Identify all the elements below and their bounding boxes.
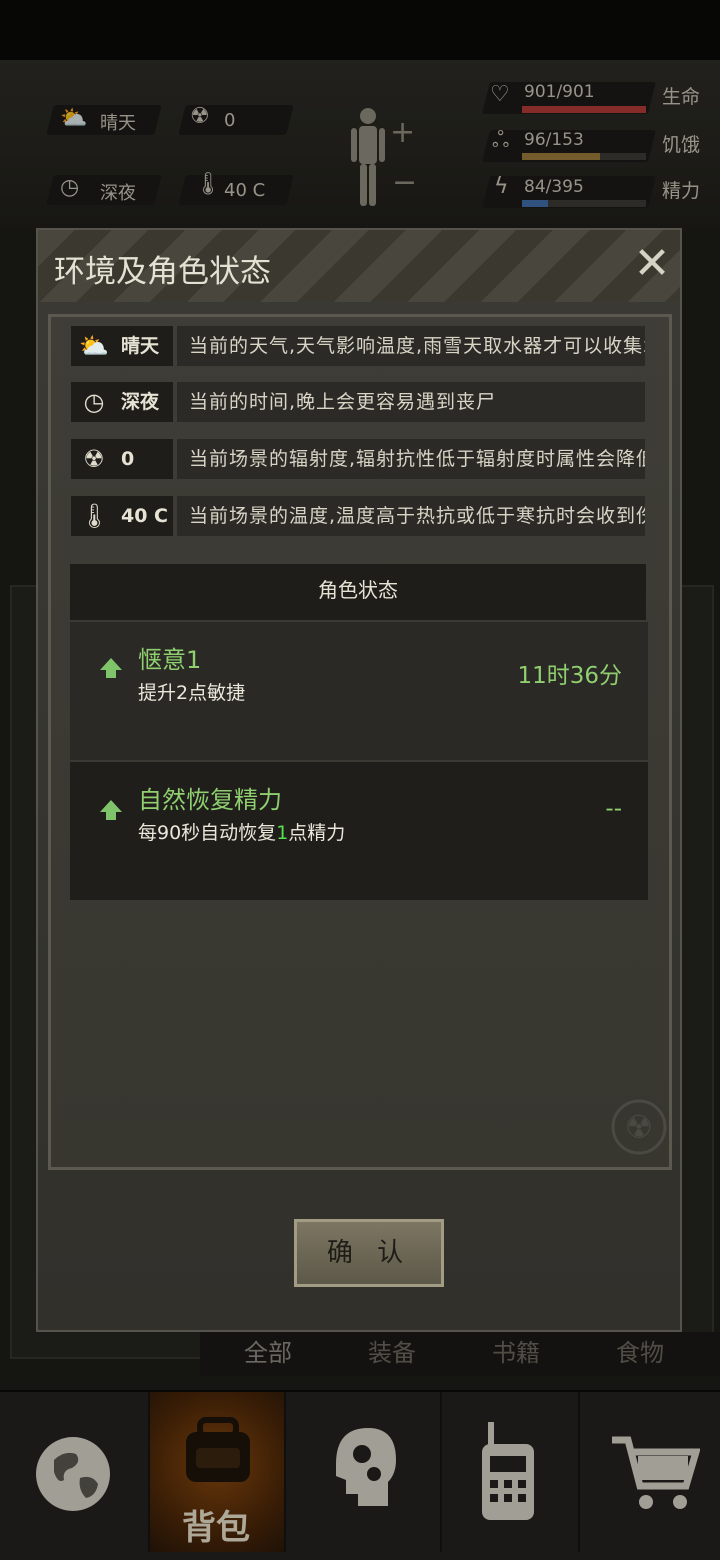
status-description: 提升2点敏捷 — [138, 682, 246, 704]
confirm-button[interactable]: 确 认 — [294, 1219, 444, 1287]
env-icon-box: ◷ 深夜 — [71, 382, 173, 422]
up-arrow-icon — [100, 658, 122, 678]
env-description: 当前的天气,天气影响温度,雨雪天取水器才可以收集水 — [177, 326, 645, 366]
status-card: 惬意1 提升2点敏捷 11时36分 — [70, 622, 648, 760]
clock-icon: ◷ — [83, 388, 105, 416]
env-row-radiation: ☢ 0 当前场景的辐射度,辐射抗性低于辐射度时属性会降低 — [71, 439, 645, 479]
env-value: 0 — [121, 448, 135, 470]
radiation-watermark-icon: ☢ — [611, 1099, 667, 1155]
section-title: 角色状态 — [70, 564, 646, 620]
thermometer-icon: 🌡 — [79, 502, 110, 530]
status-name: 惬意1 — [138, 646, 202, 674]
env-description: 当前的时间,晚上会更容易遇到丧尸 — [177, 382, 645, 422]
env-value: 40 C — [121, 505, 168, 527]
env-row-time: ◷ 深夜 当前的时间,晚上会更容易遇到丧尸 — [71, 382, 645, 422]
status-duration: 11时36分 — [517, 663, 622, 689]
sun-cloud-icon: ⛅ — [79, 332, 109, 360]
env-row-weather: ⛅ 晴天 当前的天气,天气影响温度,雨雪天取水器才可以收集水 — [71, 326, 645, 366]
env-value: 晴天 — [121, 335, 160, 357]
env-description: 当前场景的辐射度,辐射抗性低于辐射度时属性会降低 — [177, 439, 645, 479]
svg-text:☢: ☢ — [625, 1108, 654, 1146]
radiation-icon: ☢ — [83, 445, 105, 473]
up-arrow-icon — [100, 800, 122, 820]
status-description: 每90秒自动恢复1点精力 — [138, 822, 346, 844]
status-duration: -- — [605, 796, 622, 822]
env-value: 深夜 — [121, 391, 160, 413]
status-card: 自然恢复精力 每90秒自动恢复1点精力 -- — [70, 762, 648, 900]
status-name: 自然恢复精力 — [138, 786, 282, 814]
modal-title: 环境及角色状态 — [54, 254, 271, 290]
env-row-temperature: 🌡 40 C 当前场景的温度,温度高于热抗或低于寒抗时会收到伤害 — [71, 496, 645, 536]
env-icon-box: ☢ 0 — [71, 439, 173, 479]
env-description: 当前场景的温度,温度高于热抗或低于寒抗时会收到伤害 — [177, 496, 645, 536]
env-icon-box: 🌡 40 C — [71, 496, 173, 536]
env-icon-box: ⛅ 晴天 — [71, 326, 173, 366]
close-icon[interactable]: ✕ — [632, 242, 672, 286]
